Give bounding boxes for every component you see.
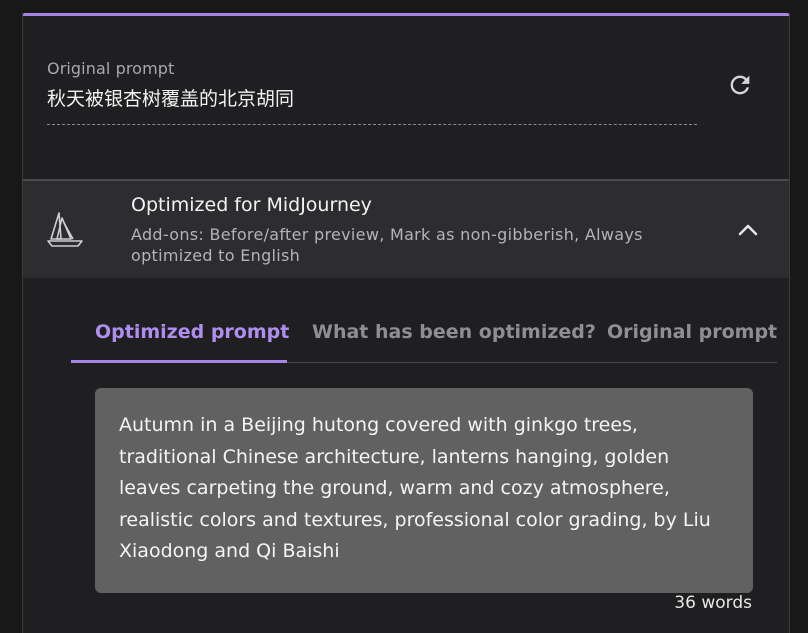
refresh-icon	[730, 75, 750, 95]
tab-optimized-prompt[interactable]: Optimized prompt	[95, 321, 289, 343]
collapse-button[interactable]	[731, 217, 765, 243]
word-count: 36 words	[674, 593, 752, 613]
tab-what-has-been-optimized[interactable]: What has been optimized?	[312, 321, 596, 343]
original-prompt-label: Original prompt	[47, 59, 175, 78]
active-tab-indicator	[71, 360, 287, 363]
word-count-value: 36	[674, 593, 696, 613]
optimized-prompt-box[interactable]: Autumn in a Beijing hutong covered with …	[95, 388, 753, 593]
tab-original-prompt[interactable]: Original prompt	[607, 321, 777, 343]
word-count-unit: words	[701, 593, 752, 613]
original-prompt-text[interactable]: 秋天被银杏树覆盖的北京胡同	[47, 84, 294, 111]
optimizer-header[interactable]: Optimized for MidJourney Add-ons: Before…	[23, 179, 789, 278]
optimized-prompt-text[interactable]: Autumn in a Beijing hutong covered with …	[119, 410, 729, 568]
prompt-optimizer-panel: Original prompt 秋天被银杏树覆盖的北京胡同 Optimized …	[22, 13, 790, 633]
sailboat-icon	[47, 212, 83, 247]
chevron-up-icon	[738, 224, 758, 236]
tab-bar: Optimized prompt What has been optimized…	[71, 311, 777, 363]
original-prompt-section: Original prompt 秋天被银杏树覆盖的北京胡同	[23, 16, 789, 179]
optimizer-title: Optimized for MidJourney	[131, 194, 372, 216]
original-prompt-underline	[47, 124, 697, 125]
refresh-button[interactable]	[723, 68, 757, 102]
addons-text: Add-ons: Before/after preview, Mark as n…	[131, 225, 643, 265]
